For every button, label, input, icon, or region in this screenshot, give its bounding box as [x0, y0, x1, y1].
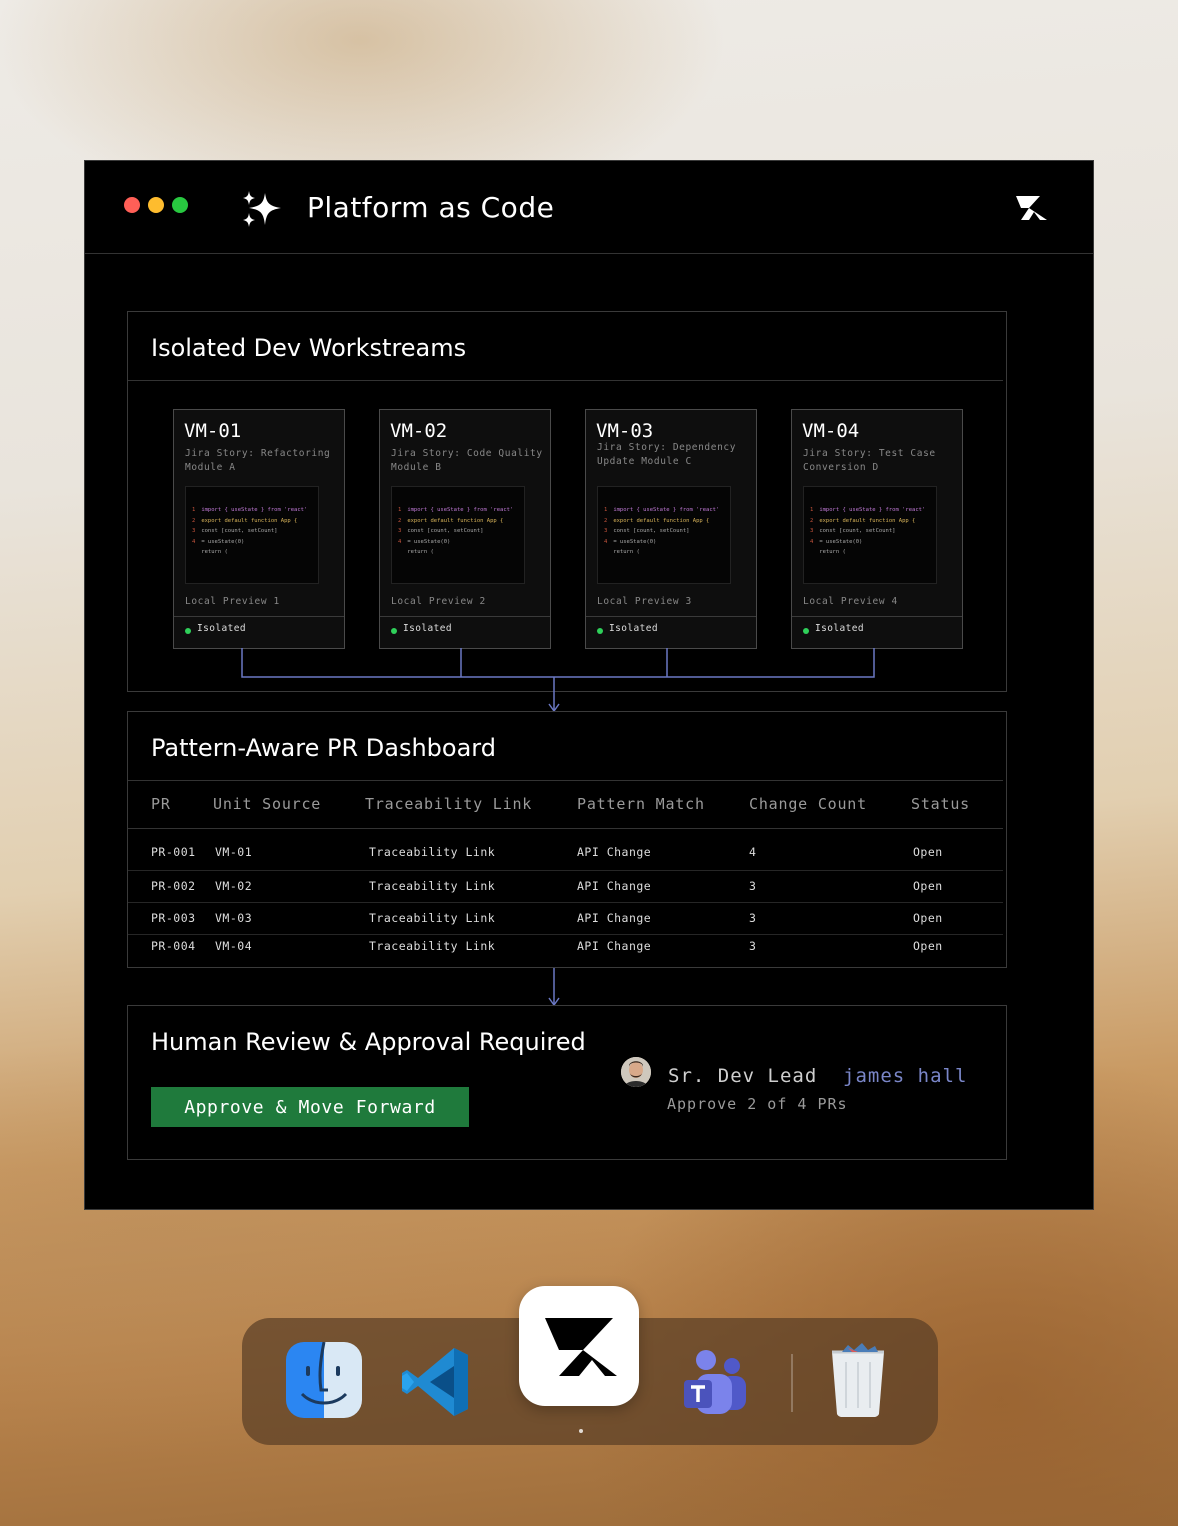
cell-pattern: API Change	[577, 845, 652, 859]
cell-count: 3	[749, 939, 757, 953]
column-header-unit-source[interactable]: Unit Source	[213, 795, 321, 813]
platform-app-icon[interactable]	[519, 1286, 639, 1406]
row-divider	[128, 934, 1003, 935]
dashboard-title: Pattern-Aware PR Dashboard	[151, 734, 496, 762]
column-header-pr[interactable]: PR	[151, 795, 171, 813]
cell-source: VM-03	[215, 911, 253, 925]
finder-icon[interactable]	[286, 1341, 362, 1418]
cell-traceability-link[interactable]: Traceability Link	[369, 911, 495, 925]
cell-traceability-link[interactable]: Traceability Link	[369, 939, 495, 953]
cell-status: Open	[913, 911, 943, 925]
column-header-pattern[interactable]: Pattern Match	[577, 795, 705, 813]
review-title: Human Review & Approval Required	[151, 1028, 586, 1056]
column-header-traceability[interactable]: Traceability Link	[365, 795, 532, 813]
cell-source: VM-04	[215, 939, 253, 953]
cell-status: Open	[913, 845, 943, 859]
reviewer-name[interactable]: james hall	[843, 1065, 967, 1087]
panel-divider	[128, 780, 1003, 781]
dock	[242, 1286, 938, 1445]
pr-dashboard-panel: Pattern-Aware PR Dashboard PR Unit Sourc…	[127, 711, 1007, 968]
cell-source: VM-02	[215, 879, 253, 893]
cell-pr: PR-002	[151, 879, 196, 893]
cell-status: Open	[913, 879, 943, 893]
cell-pattern: API Change	[577, 911, 652, 925]
cell-traceability-link[interactable]: Traceability Link	[369, 879, 495, 893]
review-panel: Human Review & Approval Required Approve…	[127, 1005, 1007, 1160]
dock-separator	[791, 1354, 793, 1412]
cell-pr: PR-003	[151, 911, 196, 925]
column-header-status[interactable]: Status	[911, 795, 970, 813]
approve-button[interactable]: Approve & Move Forward	[151, 1087, 469, 1127]
cell-status: Open	[913, 939, 943, 953]
vscode-icon[interactable]	[398, 1342, 478, 1422]
cell-pattern: API Change	[577, 939, 652, 953]
row-divider	[128, 902, 1003, 903]
row-divider	[128, 870, 1003, 871]
cell-pr: PR-004	[151, 939, 196, 953]
reviewer-role: Sr. Dev Lead	[668, 1065, 818, 1087]
cell-count: 3	[749, 879, 757, 893]
app-window: Platform as Code Isolated Dev Workstream…	[84, 160, 1094, 1210]
approval-progress: Approve 2 of 4 PRs	[667, 1095, 848, 1113]
cell-source: VM-01	[215, 845, 253, 859]
cell-pr: PR-001	[151, 845, 196, 859]
active-app-indicator	[579, 1429, 583, 1433]
cell-count: 3	[749, 911, 757, 925]
cell-pattern: API Change	[577, 879, 652, 893]
header-divider	[128, 828, 1003, 829]
avatar	[621, 1057, 651, 1087]
teams-icon[interactable]	[682, 1346, 750, 1416]
cell-count: 4	[749, 845, 757, 859]
column-header-change-count[interactable]: Change Count	[749, 795, 867, 813]
cell-traceability-link[interactable]: Traceability Link	[369, 845, 495, 859]
trash-icon[interactable]	[828, 1342, 888, 1418]
